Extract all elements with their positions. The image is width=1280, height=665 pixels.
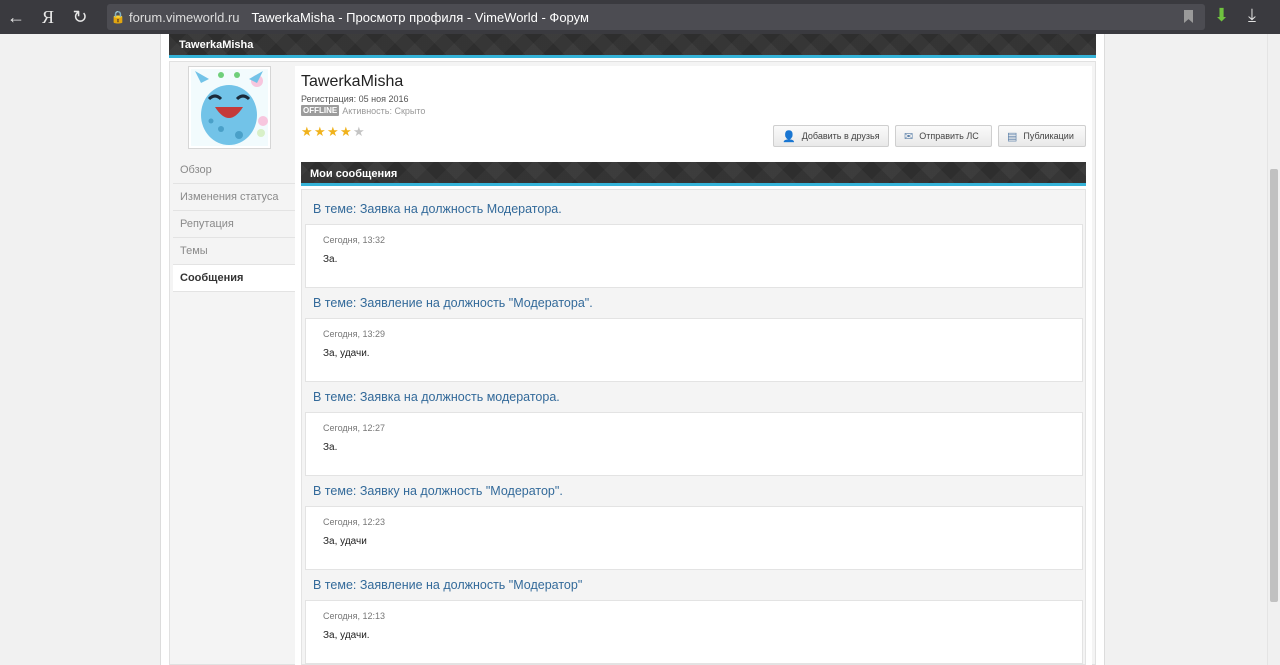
send-pm-label: Отправить ЛС bbox=[919, 131, 979, 141]
list-item: В теме: Заявку на должность "Модератор".… bbox=[305, 476, 1083, 570]
registration-date: Регистрация: 05 ноя 2016 bbox=[301, 94, 409, 104]
bookmark-icon[interactable] bbox=[1184, 10, 1193, 23]
status-badge: OFFLINE bbox=[301, 105, 340, 116]
address-bar[interactable]: 🔒 forum.vimeworld.ru TawerkaMisha - Прос… bbox=[107, 4, 1205, 30]
post-body: Сегодня, 13:32 За. bbox=[305, 224, 1083, 288]
lock-icon: 🔒 bbox=[110, 10, 126, 24]
envelope-icon: ✉ bbox=[904, 130, 914, 143]
star-icon: ★ bbox=[353, 124, 365, 139]
activity-text: Активность: Скрыто bbox=[342, 105, 426, 116]
profile-username: TawerkaMisha bbox=[301, 73, 404, 90]
page-scrollbar[interactable] bbox=[1267, 34, 1280, 665]
rating-stars: ★ ★ ★ ★ ★ bbox=[301, 125, 366, 138]
post-topic-link[interactable]: В теме: Заявление на должность "Модерато… bbox=[305, 288, 1083, 318]
downloads-icon[interactable]: ⤓ bbox=[1248, 5, 1256, 26]
download-arrow-icon[interactable]: ⬇ bbox=[1214, 5, 1229, 26]
post-body: Сегодня, 13:29 За, удачи. bbox=[305, 318, 1083, 382]
add-friend-button[interactable]: 👤 Добавить в друзья bbox=[773, 125, 889, 147]
post-text: За, удачи. bbox=[323, 348, 370, 359]
post-topic-link[interactable]: В теме: Заявление на должность "Модерато… bbox=[305, 570, 1083, 600]
address-domain: forum.vimeworld.ru bbox=[129, 9, 240, 25]
avatar[interactable] bbox=[188, 66, 271, 149]
address-page-title: TawerkaMisha - Просмотр профиля - VimeWo… bbox=[251, 9, 589, 25]
status-line: OFFLINE Активность: Скрыто bbox=[301, 105, 425, 116]
posts-header: Мои сообщения bbox=[301, 162, 1086, 186]
post-text: За, удачи bbox=[323, 536, 367, 547]
post-topic-link[interactable]: В теме: Заявка на должность Модератора. bbox=[305, 194, 1083, 224]
post-date: Сегодня, 13:29 bbox=[323, 329, 386, 339]
star-icon: ★ bbox=[301, 124, 313, 139]
post-text: За. bbox=[323, 442, 338, 453]
post-text: За. bbox=[323, 254, 338, 265]
add-friend-label: Добавить в друзья bbox=[801, 131, 880, 141]
sidebar-item-topics[interactable]: Темы bbox=[173, 238, 295, 265]
post-date: Сегодня, 12:27 bbox=[323, 423, 386, 433]
reload-icon[interactable]: ↻ bbox=[64, 0, 96, 34]
scrollbar-thumb[interactable] bbox=[1270, 169, 1278, 602]
post-body: Сегодня, 12:23 За, удачи bbox=[305, 506, 1083, 570]
sidebar-item-status-changes[interactable]: Изменения статуса bbox=[173, 184, 295, 211]
profile-header-title: TawerkaMisha bbox=[179, 39, 254, 51]
document-icon: ▤ bbox=[1007, 130, 1018, 143]
sidebar-item-posts[interactable]: Сообщения bbox=[173, 265, 296, 292]
posts-header-title: Мои сообщения bbox=[310, 168, 398, 180]
publications-label: Публикации bbox=[1023, 131, 1074, 141]
post-body: Сегодня, 12:27 За. bbox=[305, 412, 1083, 476]
post-topic-link[interactable]: В теме: Заявку на должность "Модератор". bbox=[305, 476, 1083, 506]
post-date: Сегодня, 12:13 bbox=[323, 611, 386, 621]
list-item: В теме: Заявление на должность "Модерато… bbox=[305, 570, 1083, 664]
sidebar-item-overview[interactable]: Обзор bbox=[173, 157, 295, 184]
list-item: В теме: Заявка на должность Модератора. … bbox=[305, 194, 1083, 288]
profile-sidebar: Обзор Изменения статуса Репутация Темы С… bbox=[173, 157, 296, 292]
post-date: Сегодня, 12:23 bbox=[323, 517, 386, 527]
sidebar-item-reputation[interactable]: Репутация bbox=[173, 211, 295, 238]
profile-header: TawerkaMisha bbox=[169, 34, 1096, 58]
post-text: За, удачи. bbox=[323, 630, 370, 641]
back-arrow-icon[interactable]: ← bbox=[0, 0, 32, 34]
post-body: Сегодня, 12:13 За, удачи. bbox=[305, 600, 1083, 664]
yandex-button[interactable]: Я bbox=[32, 0, 64, 34]
list-item: В теме: Заявление на должность "Модерато… bbox=[305, 288, 1083, 382]
star-icon: ★ bbox=[340, 124, 352, 139]
add-user-icon: 👤 bbox=[782, 130, 796, 143]
star-icon: ★ bbox=[314, 124, 326, 139]
avatar-image bbox=[191, 69, 268, 146]
post-date: Сегодня, 13:32 bbox=[323, 235, 386, 245]
send-pm-button[interactable]: ✉ Отправить ЛС bbox=[895, 125, 992, 147]
publications-button[interactable]: ▤ Публикации bbox=[998, 125, 1086, 147]
list-item: В теме: Заявка на должность модератора. … bbox=[305, 382, 1083, 476]
post-topic-link[interactable]: В теме: Заявка на должность модератора. bbox=[305, 382, 1083, 412]
star-icon: ★ bbox=[327, 124, 339, 139]
